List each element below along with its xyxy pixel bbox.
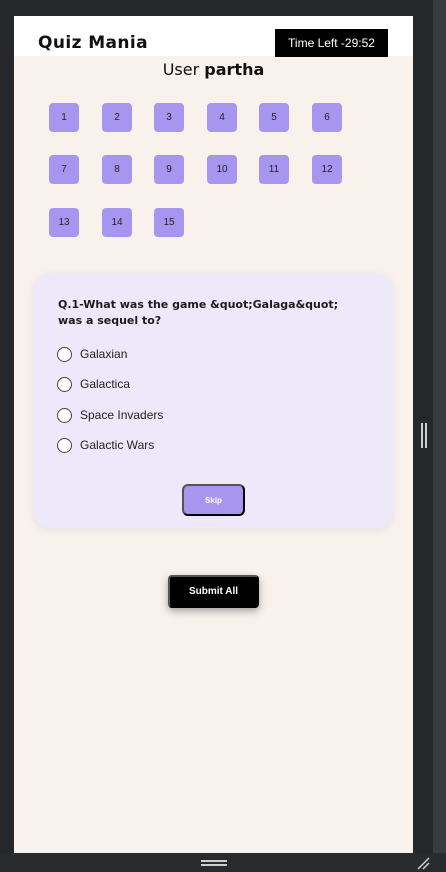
question-nav-button-6[interactable]: 6 — [312, 103, 342, 132]
radio-button[interactable] — [57, 346, 72, 362]
question-nav-button-12[interactable]: 12 — [312, 155, 342, 184]
resize-handle-vertical-icon[interactable] — [420, 423, 428, 448]
resize-grip-icon[interactable] — [415, 855, 431, 871]
submit-all-button[interactable]: Submit All — [168, 575, 259, 608]
question-nav-button-4[interactable]: 4 — [207, 103, 237, 132]
answer-option-2[interactable]: Galactica — [57, 375, 130, 393]
user-name: partha — [204, 60, 265, 79]
question-nav-button-14[interactable]: 14 — [102, 208, 132, 237]
quiz-page: Quiz Mania Time Left -29:52 User partha … — [14, 16, 413, 853]
question-nav-button-7[interactable]: 7 — [49, 155, 79, 184]
radio-button[interactable] — [57, 437, 72, 453]
question-nav-button-1[interactable]: 1 — [49, 103, 79, 132]
answer-option-4[interactable]: Galactic Wars — [57, 436, 154, 454]
question-nav-button-10[interactable]: 10 — [207, 155, 237, 184]
answer-option-1[interactable]: Galaxian — [57, 345, 127, 363]
question-nav-button-8[interactable]: 8 — [102, 155, 132, 184]
answer-option-3[interactable]: Space Invaders — [57, 406, 163, 424]
app-logo: Quiz Mania — [38, 33, 148, 53]
radio-button[interactable] — [57, 376, 72, 392]
answer-label: Space Invaders — [80, 408, 164, 422]
user-prefix: User — [162, 60, 200, 79]
browser-frame-left — [0, 0, 14, 872]
question-nav-button-11[interactable]: 11 — [259, 155, 289, 184]
answer-label: Galactica — [80, 377, 131, 391]
skip-button[interactable]: Skip — [182, 484, 245, 516]
question-nav-button-5[interactable]: 5 — [259, 103, 289, 132]
question-nav-button-2[interactable]: 2 — [102, 103, 132, 132]
vertical-scrollbar[interactable] — [433, 0, 446, 872]
resize-handle-horizontal-icon[interactable] — [201, 860, 227, 868]
radio-button[interactable] — [57, 407, 72, 423]
question-nav-button-15[interactable]: 15 — [154, 208, 184, 237]
question-nav-button-3[interactable]: 3 — [154, 103, 184, 132]
timer-badge: Time Left -29:52 — [275, 29, 388, 57]
question-nav-button-13[interactable]: 13 — [49, 208, 79, 237]
answer-label: Galactic Wars — [80, 438, 155, 452]
question-text: Q.1-What was the game &quot;Galaga&quot;… — [58, 298, 339, 327]
answer-label: Galaxian — [80, 347, 128, 361]
question-card: Q.1-What was the game &quot;Galaga&quot;… — [34, 273, 393, 528]
question-nav-button-9[interactable]: 9 — [154, 155, 184, 184]
user-greeting: User partha — [14, 60, 413, 79]
